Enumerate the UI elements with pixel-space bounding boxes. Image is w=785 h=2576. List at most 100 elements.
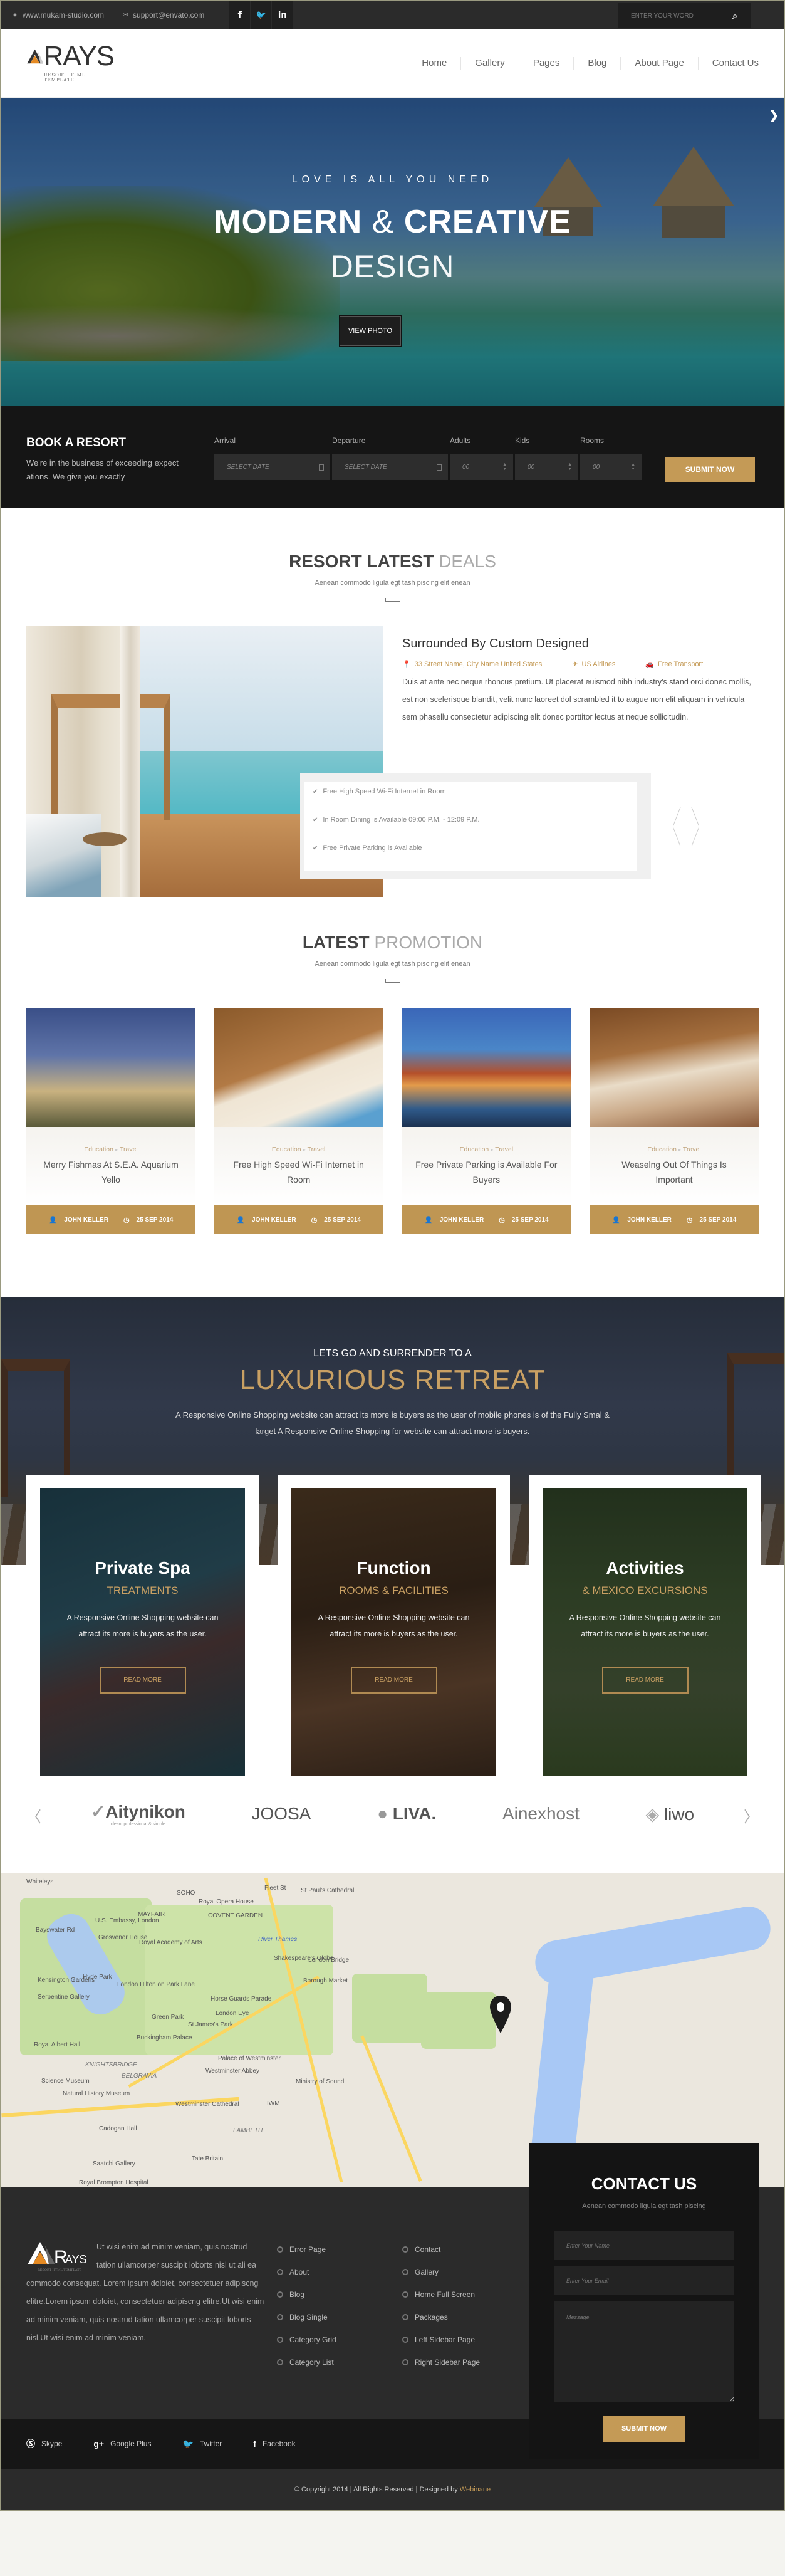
deal-features-list: ✔ Free High Speed Wi-Fi Internet in Room … [304,782,637,871]
retreat-card-title: Private Spa [95,1558,190,1578]
calendar-icon[interactable] [437,463,442,471]
partner-logo[interactable]: ● LIVA. [377,1804,436,1824]
kids-stepper[interactable]: 00 ▲ ▼ [515,454,578,480]
linkedin-icon[interactable]: in [272,1,294,29]
deal-transport: 🚗 Free Transport [645,660,718,669]
read-more-button[interactable]: READ MORE [99,1667,186,1694]
stepper-arrows-icon[interactable]: ▲ ▼ [568,463,572,471]
logo[interactable]: RAYS RESORT HTML TEMPLATE [26,42,115,83]
footer-links-column-1: Error Page About Blog Blog Single Catego… [277,2238,336,2374]
promotion-title[interactable]: Free High Speed Wi-Fi Internet in Room [214,1157,383,1187]
promotion-card[interactable]: Education ▸ Travel Weaselng Out Of Things … [589,1008,759,1234]
partner-logo[interactable]: Ainexhost [502,1804,580,1824]
rooms-stepper[interactable]: 00 ▲ ▼ [580,454,642,480]
nav-pages[interactable]: Pages [519,56,574,70]
deals-title-bold: RESORT LATEST [289,552,434,571]
footer-link-text: Gallery [415,2268,439,2276]
contact-title: CONTACT US [591,2174,697,2193]
category-link[interactable]: Education [647,1146,677,1153]
footer-link[interactable]: Category Grid [277,2328,336,2351]
category-link[interactable]: Travel [308,1146,326,1153]
prev-arrow-icon[interactable] [672,807,681,847]
arrival-date-input[interactable]: SELECT DATE [214,454,330,480]
promotion-title[interactable]: Free Private Parking is Available For Bu… [402,1157,571,1187]
calendar-icon[interactable] [319,463,324,471]
email-input[interactable] [554,2266,734,2295]
search-icon[interactable]: ⌕ [719,11,751,21]
name-input[interactable] [554,2231,734,2260]
facebook-icon[interactable]: f [229,1,251,29]
footer-logo[interactable]: R AYS RESORT HTML TEMPLATE [26,2238,87,2273]
footer-link[interactable]: Packages [402,2306,480,2328]
nav-home[interactable]: Home [408,56,462,70]
footer-link[interactable]: Blog [277,2283,336,2306]
search-input[interactable] [618,12,719,19]
twitter-icon[interactable]: 🐦 [251,1,273,29]
booking-submit-button[interactable]: SUBMIT NOW [665,457,755,482]
email-contact[interactable]: ✉ support@envato.com [122,11,204,19]
stepper-arrows-icon[interactable]: ▲ ▼ [502,463,507,471]
date-text: 25 SEP 2014 [699,1216,737,1223]
location-map[interactable]: Whiteleys Bayswater Rd Hyde Park Kensing… [1,1873,784,2187]
footer-link[interactable]: Contact [402,2238,480,2261]
footer-link[interactable]: Error Page [277,2238,336,2261]
partner-logo[interactable]: JOOSA [252,1804,311,1824]
category-link[interactable]: Travel [683,1146,701,1153]
diamond-logo-icon: ◈ [645,1804,660,1824]
footer-link[interactable]: Home Full Screen [402,2283,480,2306]
nav-contact-us[interactable]: Contact Us [699,57,759,70]
chevron-right-icon[interactable]: 〉 [744,1804,759,1826]
author-text: JOHN KELLER [439,1216,484,1223]
stepper-arrows-icon[interactable]: ▲ ▼ [631,463,635,471]
promotion-card[interactable]: Education ▸ Travel Free High Speed Wi-Fi I… [214,1008,383,1234]
category-link[interactable]: Education [272,1146,301,1153]
google-plus-link[interactable]: g+ Google Plus [93,2439,151,2449]
category-link[interactable]: Education [84,1146,113,1153]
partner-logo[interactable]: ✓Aitynikon clean, professional & simple [91,1801,185,1826]
read-more-button[interactable]: READ MORE [601,1667,689,1694]
partner-logo[interactable]: ◈ liwo [646,1804,695,1825]
departure-date-input[interactable]: SELECT DATE [332,454,448,480]
deal-slider-arrows [672,807,700,847]
promotion-card[interactable]: Education ▸ Travel Free Private Parking is… [402,1008,571,1234]
promotion-title[interactable]: Weaselng Out Of Things Is Important [590,1157,759,1187]
nav-blog[interactable]: Blog [574,56,621,70]
footer-link[interactable]: Gallery [402,2261,480,2283]
category-link[interactable]: Travel [120,1146,138,1153]
footer-link[interactable]: Right Sidebar Page [402,2351,480,2374]
view-photo-button[interactable]: VIEW PHOTO [339,315,402,347]
partner-name-text: LIVA. [392,1804,437,1823]
website-contact[interactable]: ● www.mukam-studio.com [11,11,104,19]
nav-gallery[interactable]: Gallery [461,56,519,70]
partner-name-text: Aitynikon [105,1802,185,1821]
footer-link[interactable]: Category List [277,2351,336,2374]
read-more-button[interactable]: READ MORE [350,1667,437,1694]
chevron-left-icon[interactable]: 〈 [26,1804,41,1826]
twitter-link[interactable]: 🐦 Twitter [182,2439,222,2449]
message-textarea[interactable] [554,2301,734,2402]
skype-link[interactable]: Ⓢ Skype [26,2437,62,2450]
footer-link[interactable]: Left Sidebar Page [402,2328,480,2351]
designer-link[interactable]: Webinane [460,2486,491,2493]
footer-link[interactable]: About [277,2261,336,2283]
contact-submit-button[interactable]: SUBMIT NOW [603,2416,685,2442]
adults-stepper[interactable]: 00 ▲ ▼ [450,454,513,480]
title-divider [385,979,400,983]
retreat-card-subtitle: & MEXICO EXCURSIONS [582,1584,708,1596]
map-pin-icon[interactable] [490,1996,511,2033]
category-link[interactable]: Travel [495,1146,513,1153]
map-label: Horse Guards Parade [211,1996,272,2003]
next-arrow-icon[interactable] [691,807,700,847]
promotion-title[interactable]: Merry Fishmas At S.E.A. Aquarium Yello [26,1157,195,1187]
nav-about-page[interactable]: About Page [621,56,699,70]
category-link[interactable]: Education [460,1146,489,1153]
deal-title[interactable]: Surrounded By Custom Designed [402,637,759,651]
facebook-link[interactable]: f Facebook [253,2439,295,2449]
deals-title-light: DEALS [439,552,496,571]
footer-link[interactable]: Blog Single [277,2306,336,2328]
map-road [360,2035,422,2182]
promotion-card[interactable]: Education ▸ Travel Merry Fishmas At S.E.A.… [26,1008,195,1234]
slider-next-icon[interactable]: ❯ [769,109,779,122]
leaf-icon: ● [377,1804,388,1823]
promotion-body: Education ▸ Travel Free Private Parking is… [402,1127,571,1205]
